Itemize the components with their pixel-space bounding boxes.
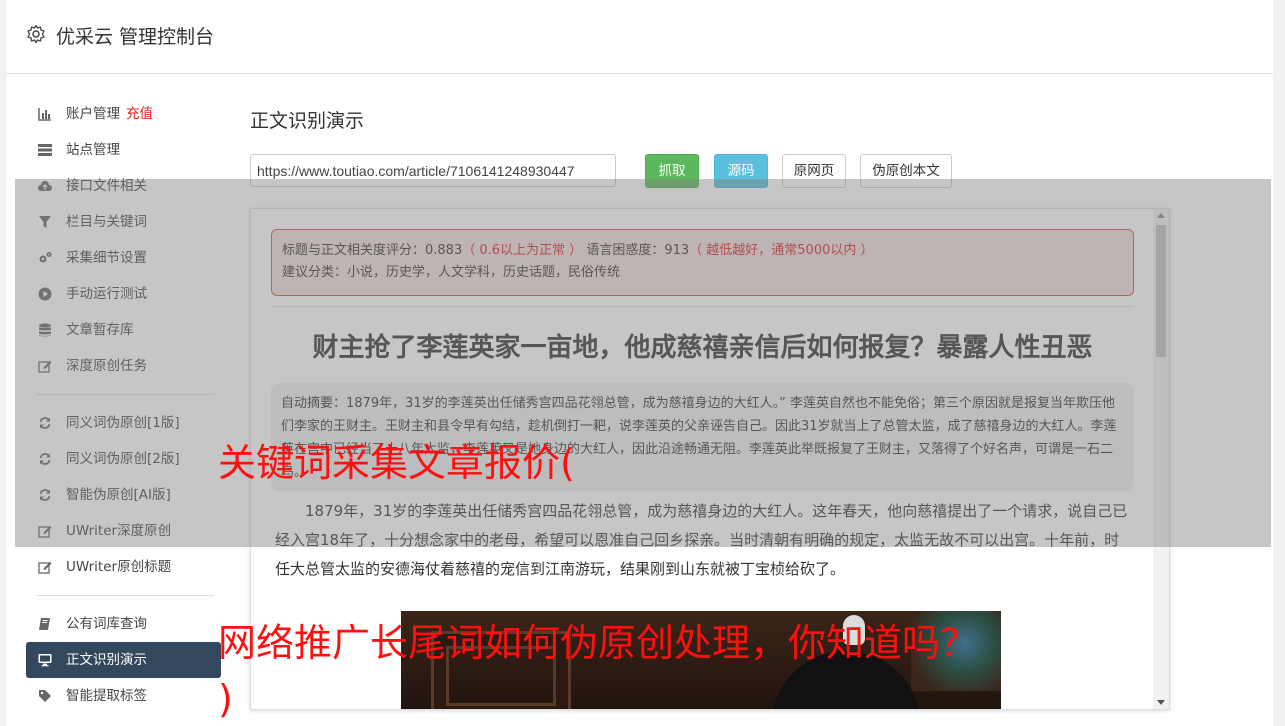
suggested-category: 建议分类：小说，历史学，人文学科，历史话题，民俗传统 <box>282 265 621 280</box>
sidebar-divider <box>36 595 214 596</box>
fetch-button[interactable]: 抓取 <box>645 154 699 188</box>
sidebar-item-label: 账户管理 <box>66 106 120 122</box>
scroll-up-arrow-icon[interactable] <box>1157 213 1165 218</box>
sidebar-item-label: 智能提取标签 <box>66 688 147 704</box>
sidebar-divider <box>36 394 214 395</box>
sidebar-item-sites[interactable]: 站点管理 <box>26 132 221 168</box>
scroll-down-arrow-icon[interactable] <box>1157 700 1165 705</box>
sidebar-item-label: 采集细节设置 <box>66 250 147 266</box>
book-icon <box>39 618 50 630</box>
sidebar-item-label: 深度原创任务 <box>66 358 147 374</box>
sidebar-item-interface-files[interactable]: 接口文件相关 <box>26 168 221 204</box>
sidebar-item-synonym-v2[interactable]: 同义词伪原创[2版] <box>26 441 221 477</box>
source-button[interactable]: 源码 <box>714 154 768 188</box>
sidebar-item-label: UWriter原创标题 <box>66 559 172 575</box>
sidebar-item-deep-original[interactable]: 深度原创任务 <box>26 348 221 384</box>
refresh-icon <box>39 453 51 465</box>
page-title: 正文识别演示 <box>250 110 365 132</box>
edit-icon <box>38 361 52 373</box>
watermark-line-2: 网络推广长尾词如何伪原创处理，你知道吗？ <box>218 621 979 665</box>
play-circle-icon <box>38 287 52 301</box>
refresh-icon <box>39 489 51 501</box>
sidebar-item-manual-run[interactable]: 手动运行测试 <box>26 276 221 312</box>
article-paragraph: 1879年，31岁的李莲英出任储秀宫四品花翎总管，成为慈禧身边的大红人。这年春天… <box>275 502 1128 578</box>
sidebar-item-label: 智能伪原创[AI版] <box>66 487 171 503</box>
edit-icon <box>38 562 52 574</box>
sidebar-item-uwriter-title[interactable]: UWriter原创标题 <box>26 549 221 585</box>
edit-icon <box>38 526 52 538</box>
cloud-upload-icon <box>38 181 52 191</box>
relevance-score: 标题与正文相关度评分：0.883 <box>282 243 463 258</box>
gears-icon <box>39 252 52 263</box>
sidebar-item-label: UWriter深度原创 <box>66 523 172 539</box>
recharge-link[interactable]: 充值 <box>126 106 153 122</box>
perplexity-score: 语言困惑度：913 <box>586 243 690 258</box>
scroll-thumb[interactable] <box>1156 225 1166 357</box>
watermark-line-3: ) <box>218 677 233 721</box>
server-icon <box>38 144 52 156</box>
watermark-line-1: 关键词采集文章报价( <box>218 441 575 485</box>
top-header: 优采云 管理控制台 <box>6 0 1273 74</box>
sidebar-item-label: 正文识别演示 <box>66 652 147 668</box>
desktop-icon <box>38 654 52 667</box>
sidebar-item-article-storage[interactable]: 文章暂存库 <box>26 312 221 348</box>
relevance-note: （ 0.6以上为正常 ） <box>462 243 583 258</box>
sidebar-item-synonym-v1[interactable]: 同义词伪原创[1版] <box>26 405 221 441</box>
sidebar-item-label: 手动运行测试 <box>66 286 147 302</box>
sidebar-item-label: 同义词伪原创[1版] <box>66 415 180 431</box>
scrollbar[interactable] <box>1153 209 1169 709</box>
bar-chart-icon <box>38 108 51 121</box>
sidebar-item-label: 公有词库查询 <box>66 616 147 632</box>
sidebar: 账户管理 充值 站点管理 接口文件相关 栏目与关键词 采集细节设置 手动运行测试 … <box>26 96 221 714</box>
filter-icon <box>39 216 51 228</box>
rewrite-button[interactable]: 伪原创本文 <box>860 154 952 188</box>
divider <box>271 306 1134 307</box>
sidebar-item-label: 站点管理 <box>66 142 120 158</box>
tag-icon <box>39 690 51 702</box>
sidebar-item-account[interactable]: 账户管理 充值 <box>26 96 221 132</box>
gear-icon <box>27 24 45 44</box>
original-page-button[interactable]: 原网页 <box>782 154 846 188</box>
perplexity-note: （ 越低越好，通常5000以内 ） <box>689 243 874 258</box>
analysis-alert: 标题与正文相关度评分：0.883（ 0.6以上为正常 ） 语言困惑度：913（ … <box>271 229 1134 296</box>
sidebar-item-columns-keywords[interactable]: 栏目与关键词 <box>26 204 221 240</box>
sidebar-item-label: 栏目与关键词 <box>66 214 147 230</box>
article-title: 财主抢了李莲英家一亩地，他成慈禧亲信后如何报复？暴露人性丑恶 <box>312 333 1093 363</box>
sidebar-item-extract-tags[interactable]: 智能提取标签 <box>26 678 221 714</box>
sidebar-item-text-recognition[interactable]: 正文识别演示 <box>26 642 221 678</box>
sidebar-item-collection-settings[interactable]: 采集细节设置 <box>26 240 221 276</box>
sidebar-item-ai-rewrite[interactable]: 智能伪原创[AI版] <box>26 477 221 513</box>
sidebar-item-label: 文章暂存库 <box>66 322 134 338</box>
database-icon <box>39 323 51 337</box>
sidebar-item-label: 同义词伪原创[2版] <box>66 451 180 467</box>
sidebar-item-label: 接口文件相关 <box>66 178 147 194</box>
app-title: 优采云 管理控制台 <box>56 26 215 48</box>
sidebar-item-uwriter-deep[interactable]: UWriter深度原创 <box>26 513 221 549</box>
sidebar-item-public-lexicon[interactable]: 公有词库查询 <box>26 606 221 642</box>
url-input[interactable] <box>250 154 616 187</box>
refresh-icon <box>39 417 51 429</box>
